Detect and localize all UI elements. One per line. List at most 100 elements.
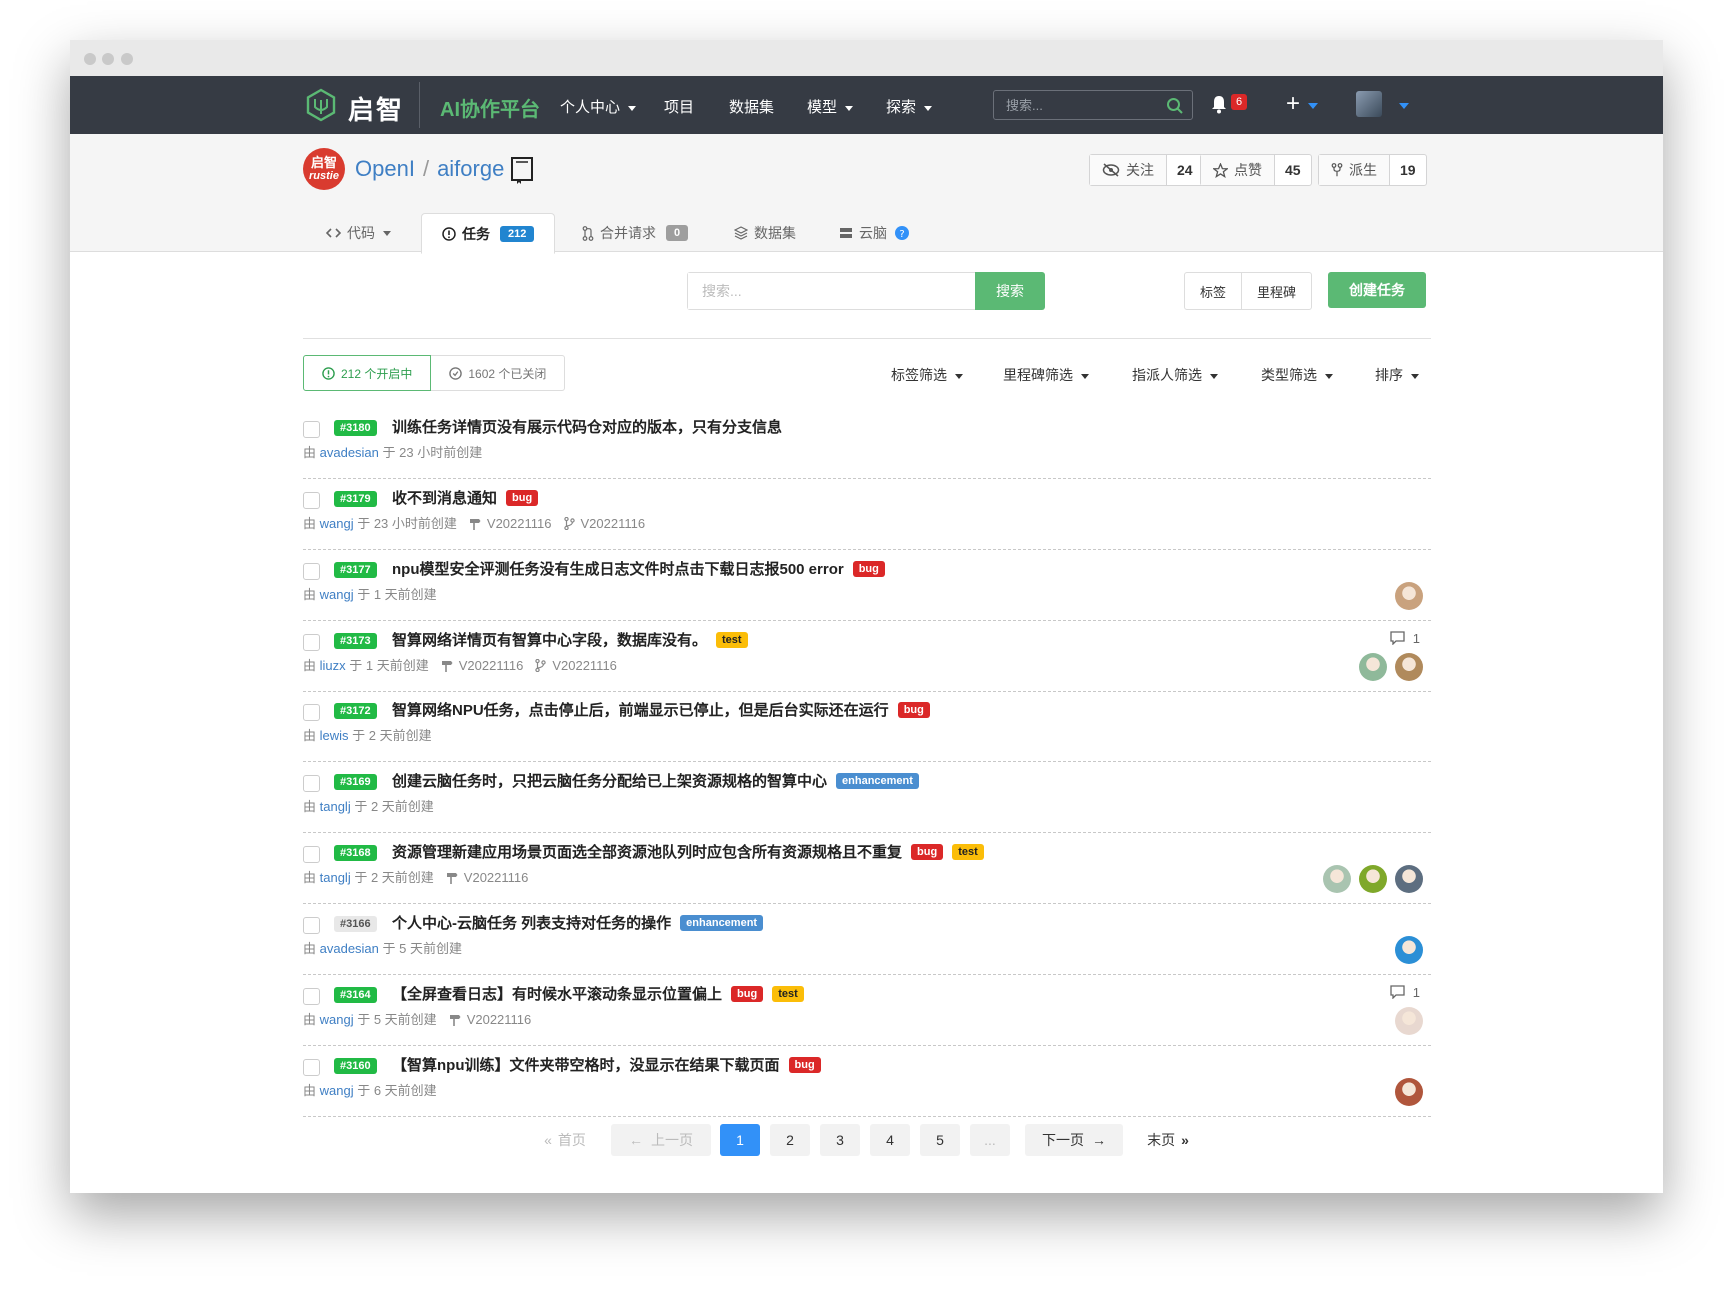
issue-author-link[interactable]: liuzx [320,658,346,673]
label-filter-dropdown[interactable]: 标签筛选 [891,365,963,385]
repo-name-link[interactable]: aiforge [437,156,504,181]
issue-number[interactable]: #3160 [334,1058,377,1074]
issue-number[interactable]: #3177 [334,562,377,578]
help-icon[interactable]: ? [895,226,909,240]
tab-pull-requests[interactable]: 合并请求 0 [582,213,689,253]
fork-button[interactable]: 派生 [1319,155,1390,185]
issue-milestone[interactable]: V20221116 [446,870,528,885]
page-2-button[interactable]: 2 [770,1124,810,1156]
tab-issues[interactable]: 任务 212 [421,213,556,254]
issue-number[interactable]: #3173 [334,633,377,649]
issue-author-link[interactable]: tanglj [320,799,351,814]
nav-projects[interactable]: 项目 [664,96,694,117]
notification-badge[interactable]: 6 [1231,94,1248,110]
assignee-avatar[interactable] [1395,1007,1423,1035]
window-minimize-dot[interactable] [102,53,114,65]
nav-explore[interactable]: 探索 [886,96,933,117]
assignee-avatar[interactable] [1395,582,1423,610]
chevron-down-icon[interactable] [1308,103,1318,109]
issue-number[interactable]: #3169 [334,774,377,790]
issue-checkbox[interactable] [303,563,320,580]
nav-search-input[interactable] [994,91,1154,120]
assignee-avatar[interactable] [1395,1078,1423,1106]
star-count[interactable]: 45 [1275,155,1311,185]
issue-checkbox[interactable] [303,634,320,651]
assignee-avatar[interactable] [1359,865,1387,893]
issue-title-link[interactable]: 训练任务详情页没有展示代码仓对应的版本，只有分支信息 [392,419,782,436]
chevron-down-icon[interactable] [1399,103,1409,109]
prev-page-button[interactable]: ← 上一页 [611,1124,711,1156]
logo-text[interactable]: 启智 [348,90,404,127]
labels-button[interactable]: 标签 [1185,273,1241,309]
issue-number[interactable]: #3168 [334,845,377,861]
issue-number[interactable]: #3166 [334,916,377,932]
tab-datasets[interactable]: 数据集 [734,213,796,253]
closed-issues-button[interactable]: 1602 个已关闭 [431,355,566,391]
type-filter-dropdown[interactable]: 类型筛选 [1261,365,1333,385]
nav-personal-center[interactable]: 个人中心 [560,96,637,117]
issue-author-link[interactable]: tanglj [320,870,351,885]
assignee-filter-dropdown[interactable]: 指派人筛选 [1132,365,1218,385]
issue-author-link[interactable]: avadesian [320,445,379,460]
issue-checkbox[interactable] [303,988,320,1005]
platform-title[interactable]: AI协作平台 [440,93,540,122]
issue-title-link[interactable]: npu模型安全评测任务没有生成日志文件时点击下载日志报500 error [392,561,844,578]
issue-comments[interactable]: 1 [1390,985,1420,1000]
search-button[interactable]: 搜索 [975,272,1045,310]
issue-author-link[interactable]: wangj [320,1083,354,1098]
issue-author-link[interactable]: lewis [320,728,349,743]
assignee-avatar[interactable] [1395,865,1423,893]
repo-owner-avatar[interactable]: 启智 rustie [303,148,345,190]
issue-title-link[interactable]: 智算网络详情页有智算中心字段，数据库没有。 [392,632,707,649]
issue-milestone[interactable]: V20221116 [449,1012,531,1027]
issue-author-link[interactable]: wangj [320,587,354,602]
repo-owner-link[interactable]: OpenI [355,156,415,181]
issue-checkbox[interactable] [303,704,320,721]
issue-number[interactable]: #3172 [334,703,377,719]
issue-title-link[interactable]: 【智算npu训练】文件夹带空格时，没显示在结果下载页面 [392,1057,780,1074]
create-issue-button[interactable]: 创建任务 [1328,272,1426,308]
issue-title-link[interactable]: 资源管理新建应用场景页面选全部资源池队列时应包含所有资源规格且不重复 [392,844,902,861]
openi-logo-icon[interactable] [304,88,338,122]
issue-number[interactable]: #3179 [334,491,377,507]
page-3-button[interactable]: 3 [820,1124,860,1156]
issue-title-link[interactable]: 收不到消息通知 [392,490,497,507]
issue-branch[interactable]: V20221116 [535,658,617,673]
issue-label-test[interactable]: test [952,844,984,860]
issue-author-link[interactable]: wangj [320,516,354,531]
last-page-button[interactable]: 末页 » [1138,1124,1198,1156]
issue-label-enhancement[interactable]: enhancement [836,773,919,789]
star-button[interactable]: 点赞 [1201,155,1275,185]
open-issues-button[interactable]: 212 个开启中 [303,355,432,391]
issue-checkbox[interactable] [303,775,320,792]
nav-datasets[interactable]: 数据集 [729,96,774,117]
issue-checkbox[interactable] [303,917,320,934]
page-4-button[interactable]: 4 [870,1124,910,1156]
issue-title-link[interactable]: 个人中心-云脑任务 列表支持对任务的操作 [392,915,671,932]
assignee-avatar[interactable] [1395,936,1423,964]
issue-title-link[interactable]: 创建云脑任务时，只把云脑任务分配给已上架资源规格的智算中心 [392,773,827,790]
page-5-button[interactable]: 5 [920,1124,960,1156]
issue-comments[interactable]: 1 [1390,631,1420,646]
window-close-dot[interactable] [84,53,96,65]
tab-code[interactable]: 代码 [326,213,391,253]
issue-label-test[interactable]: test [716,632,748,648]
watch-count[interactable]: 24 [1167,155,1203,185]
window-zoom-dot[interactable] [121,53,133,65]
search-icon[interactable] [1166,97,1184,115]
issue-label-bug[interactable]: bug [506,490,539,506]
milestone-filter-dropdown[interactable]: 里程碑筛选 [1003,365,1089,385]
watch-button[interactable]: 关注 [1090,155,1167,185]
issue-author-link[interactable]: avadesian [320,941,379,956]
page-1-button[interactable]: 1 [720,1124,760,1156]
assignee-avatar[interactable] [1395,653,1423,681]
issue-checkbox[interactable] [303,846,320,863]
issue-title-link[interactable]: 智算网络NPU任务，点击停止后，前端显示已停止，但是后台实际还在运行 [392,702,889,719]
next-page-button[interactable]: 下一页 → [1025,1124,1123,1156]
issue-checkbox[interactable] [303,492,320,509]
milestones-button[interactable]: 里程碑 [1241,273,1311,309]
assignee-avatar[interactable] [1323,865,1351,893]
issue-label-bug[interactable]: bug [911,844,944,860]
bell-icon[interactable] [1210,94,1228,114]
issue-search-input[interactable] [688,273,975,309]
